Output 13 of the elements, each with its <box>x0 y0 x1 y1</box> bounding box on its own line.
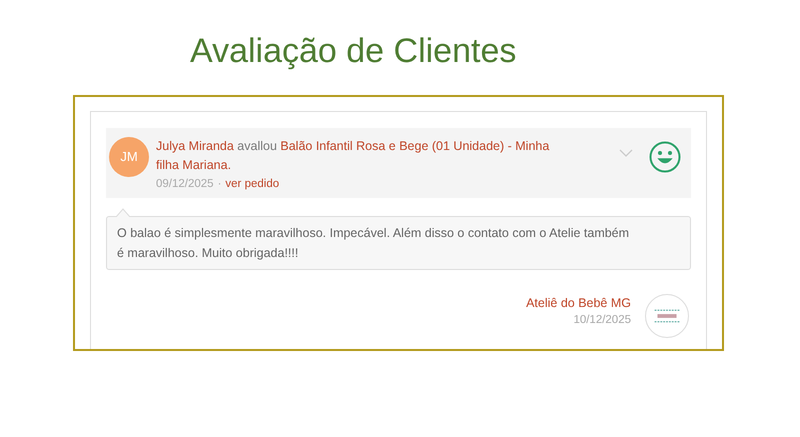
store-logo <box>645 294 689 338</box>
store-name: Ateliê do Bebê MG <box>526 295 631 312</box>
order-link[interactable]: ver pedido <box>225 175 280 194</box>
reply-date: 10/12/2025 <box>572 313 631 328</box>
page-title: Avaliação de Clientes <box>189 31 518 68</box>
review-summary: Julya Miranda avallou Balão Infantil Rosa e Bege (01 Unidade) - Minha filha Mariana. <box>156 138 550 174</box>
expand-chevron-icon[interactable] <box>619 149 633 158</box>
smiley-face-icon <box>649 141 681 173</box>
bubble-pointer <box>116 208 130 217</box>
avatar: JM <box>109 137 149 177</box>
comment-text: O balao é simplesmente maravilhoso. Impecável. Além disso o contato com o Atelie também é maravilhoso. Muito obrigada!!!! <box>106 216 691 270</box>
review-date: 09/12/2025 <box>156 177 214 192</box>
separator: · <box>218 177 222 192</box>
